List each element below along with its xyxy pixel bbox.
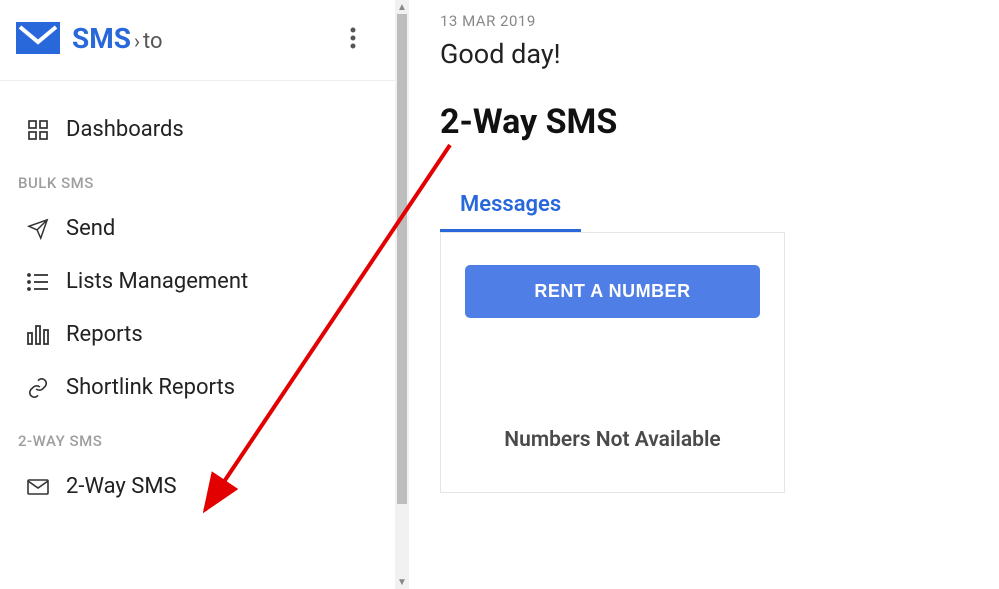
logo[interactable]: SMS › to — [16, 22, 163, 55]
page-title: 2-Way SMS — [440, 102, 969, 142]
mail-icon — [26, 475, 50, 499]
main-content: 13 MAR 2019 Good day! 2-Way SMS Messages… — [396, 0, 999, 589]
sidebar-item-send[interactable]: Send — [0, 202, 395, 255]
list-icon — [26, 270, 50, 294]
sidebar-section-2way: 2-WAY SMS — [0, 414, 395, 460]
sidebar-item-label: Shortlink Reports — [66, 375, 235, 400]
sidebar-item-label: Lists Management — [66, 269, 248, 294]
sidebar-item-2way-sms[interactable]: 2-Way SMS — [0, 460, 395, 513]
bar-chart-icon — [26, 323, 50, 347]
sidebar-item-label: Dashboards — [66, 117, 184, 142]
numbers-not-available-text: Numbers Not Available — [465, 428, 760, 452]
logo-suffix: to — [143, 29, 163, 54]
sidebar-section-bulk: BULK SMS — [0, 156, 395, 202]
sidebar-header: SMS › to — [0, 0, 395, 81]
tabs: Messages — [440, 184, 969, 232]
sidebar-item-reports[interactable]: Reports — [0, 308, 395, 361]
send-icon — [26, 217, 50, 241]
greeting-text: Good day! — [440, 38, 969, 70]
sidebar-item-lists[interactable]: Lists Management — [0, 255, 395, 308]
logo-brand: SMS — [72, 22, 131, 55]
grid-icon — [26, 118, 50, 142]
numbers-card: RENT A NUMBER Numbers Not Available — [440, 232, 785, 493]
sidebar-nav: Dashboards BULK SMS Send Lis — [0, 81, 395, 535]
logo-text: SMS › to — [72, 22, 163, 55]
logo-separator: › — [134, 29, 140, 53]
tab-messages[interactable]: Messages — [440, 184, 581, 232]
sidebar-item-label: Reports — [66, 322, 143, 347]
rent-number-button[interactable]: RENT A NUMBER — [465, 265, 760, 318]
date-label: 13 MAR 2019 — [440, 12, 969, 30]
sidebar-item-label: 2-Way SMS — [66, 474, 177, 499]
link-icon — [26, 376, 50, 400]
sidebar-item-shortlink[interactable]: Shortlink Reports — [0, 361, 395, 414]
sidebar-item-label: Send — [66, 216, 115, 241]
more-menu-button[interactable] — [335, 20, 371, 56]
envelope-icon — [16, 22, 60, 54]
sidebar-item-dashboards[interactable]: Dashboards — [0, 103, 395, 156]
sidebar: SMS › to — [0, 0, 396, 589]
